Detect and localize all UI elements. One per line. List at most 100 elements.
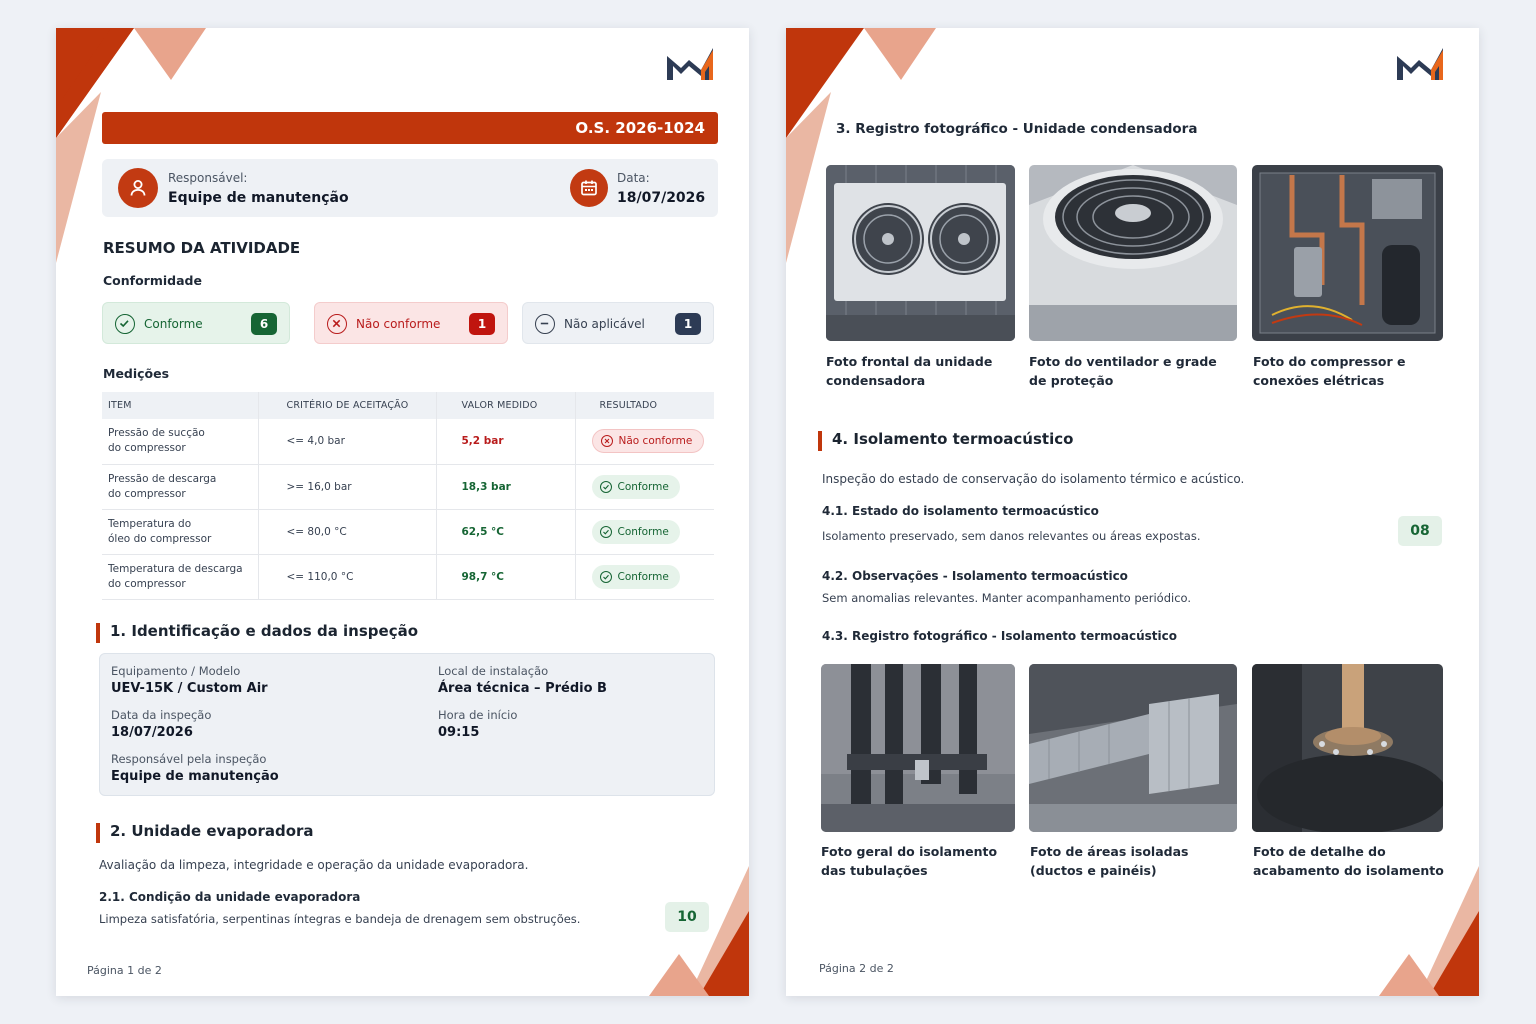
photo-insulated-ducts — [1029, 664, 1237, 832]
location-value: Área técnica – Prédio B — [438, 681, 607, 696]
result-label: Conforme — [617, 480, 669, 493]
conformity-label: Não conforme — [356, 317, 441, 331]
photo-compressor — [1252, 165, 1443, 341]
result-cell: Não conforme — [574, 419, 714, 465]
table-header-row: ITEM CRITÉRIO DE ACEITAÇÃO VALOR MEDIDO … — [102, 392, 714, 419]
score-badge: 10 — [665, 902, 709, 932]
item-line: do compressor — [108, 442, 186, 455]
subsection-2-1-text: Limpeza satisfatória, serpentinas íntegr… — [99, 912, 581, 926]
section-1-title: 1. Identificação e dados da inspeção — [96, 622, 418, 643]
section-3-title: 3. Registro fotográfico - Unidade conden… — [836, 121, 1198, 137]
check-circle-icon — [599, 525, 612, 538]
user-icon — [118, 168, 158, 208]
caption-line: condensadora — [826, 373, 926, 388]
x-circle-icon — [600, 435, 613, 448]
inspector-value: Equipe de manutenção — [111, 769, 279, 784]
column-header: RESULTADO — [574, 392, 714, 419]
score-badge: 08 — [1398, 516, 1442, 546]
caption-line: Foto de detalhe do — [1253, 844, 1386, 859]
column-header: ITEM — [102, 392, 258, 419]
criterion-cell: >= 16,0 bar — [257, 464, 436, 510]
item-line: do compressor — [108, 487, 186, 500]
conformity-count: 6 — [251, 313, 277, 335]
criterion-cell: <= 110,0 °C — [257, 554, 436, 600]
caption-line: (ductos e painéis) — [1030, 863, 1157, 878]
photo-condenser-front — [826, 165, 1015, 341]
caption-line: acabamento do isolamento — [1253, 863, 1444, 878]
conformity-label: Não aplicável — [564, 317, 645, 331]
caption-line: Foto geral do isolamento — [821, 844, 998, 859]
conformity-label: Conforme — [144, 317, 203, 331]
result-badge-ok: Conforme — [591, 519, 680, 544]
item-line: Pressão de descarga — [108, 472, 217, 485]
check-circle-icon — [115, 314, 135, 334]
item-line: do compressor — [108, 577, 186, 590]
section-4-title: 4. Isolamento termoacústico — [818, 430, 1073, 451]
subsection-4-2-text: Sem anomalias relevantes. Manter acompan… — [822, 591, 1191, 605]
result-cell: Conforme — [574, 464, 714, 510]
item-line: Temperatura do — [108, 517, 192, 530]
report-page-1: O.S. 2026-1024 Responsável: Equipe de ma… — [56, 28, 749, 996]
item-cell: Temperatura do óleo do compressor — [102, 509, 258, 555]
start-time-label: Hora de início — [438, 708, 518, 722]
meta-card: Responsável: Equipe de manutenção Data: … — [102, 159, 718, 217]
inspector-label: Responsável pela inspeção — [111, 752, 267, 766]
calendar-icon — [570, 169, 608, 207]
photo-caption: Foto do compressor e conexões elétricas — [1253, 352, 1443, 390]
conformity-title: Conformidade — [103, 273, 202, 288]
minus-circle-icon — [535, 314, 555, 334]
work-order-number: O.S. 2026-1024 — [102, 112, 718, 144]
measurements-table: ITEM CRITÉRIO DE ACEITAÇÃO VALOR MEDIDO … — [102, 392, 714, 600]
criterion-cell: <= 4,0 bar — [257, 419, 436, 465]
result-badge-ok: Conforme — [591, 564, 680, 589]
conformity-count: 1 — [675, 313, 701, 335]
measurements-title: Medições — [103, 366, 170, 381]
date-value: 18/07/2026 — [617, 190, 706, 206]
photo-pipe-insulation — [821, 664, 1015, 832]
inspection-date-value: 18/07/2026 — [111, 725, 193, 740]
result-label: Conforme — [617, 525, 669, 538]
value-cell: 98,7 °C — [435, 554, 575, 600]
subsection-4-1-title: 4.1. Estado do isolamento termoacústico — [822, 504, 1099, 518]
subsection-2-1-title: 2.1. Condição da unidade evaporadora — [99, 890, 361, 904]
conformity-pill-na: Não aplicável 1 — [522, 302, 714, 344]
caption-line: Foto de áreas isoladas — [1030, 844, 1189, 859]
subsection-4-1-text: Isolamento preservado, sem danos relevan… — [822, 529, 1201, 543]
section-2-description: Avaliação da limpeza, integridade e oper… — [99, 858, 529, 872]
result-label: Conforme — [617, 570, 669, 583]
photo-caption: Foto de áreas isoladas (ductos e painéis) — [1030, 842, 1220, 880]
table-row: Temperatura de descarga do compressor <= … — [102, 554, 714, 600]
table-row: Temperatura do óleo do compressor <= 80,0… — [102, 509, 714, 555]
item-cell: Pressão de descarga do compressor — [102, 464, 258, 510]
item-line: Temperatura de descarga — [108, 562, 243, 575]
x-circle-icon — [327, 314, 347, 334]
summary-title: RESUMO DA ATIVIDADE — [103, 239, 301, 257]
value-cell: 5,2 bar — [435, 419, 575, 465]
column-header: CRITÉRIO DE ACEITAÇÃO — [257, 392, 436, 419]
item-cell: Pressão de sucção do compressor — [102, 419, 258, 465]
report-page-2: 3. Registro fotográfico - Unidade conden… — [786, 28, 1479, 996]
photo-condenser-fan — [1029, 165, 1237, 341]
caption-line: das tubulações — [821, 863, 928, 878]
photo-caption: Foto geral do isolamento das tubulações — [821, 842, 1011, 880]
page-number: Página 1 de 2 — [87, 964, 162, 977]
corner-decoration-bottom — [1379, 866, 1479, 996]
subsection-4-3-title: 4.3. Registro fotográfico - Isolamento t… — [822, 629, 1177, 643]
result-cell: Conforme — [574, 554, 714, 600]
photo-insulation-detail — [1252, 664, 1443, 832]
location-label: Local de instalação — [438, 664, 549, 678]
responsible-value: Equipe de manutenção — [168, 190, 349, 206]
photo-caption: Foto do ventilador e grade de proteção — [1029, 352, 1219, 390]
conformity-pill-ok: Conforme 6 — [102, 302, 290, 344]
table-row: Pressão de descarga do compressor >= 16,0… — [102, 464, 714, 510]
photo-caption: Foto frontal da unidade condensadora — [826, 352, 1016, 390]
result-badge-ok: Conforme — [591, 474, 680, 499]
check-circle-icon — [599, 570, 612, 583]
equipment-label: Equipamento / Modelo — [111, 664, 241, 678]
section-2-title: 2. Unidade evaporadora — [96, 822, 314, 843]
responsible-label: Responsável: — [168, 171, 248, 185]
section-4-description: Inspeção do estado de conservação do iso… — [822, 472, 1245, 486]
conformity-pill-nok: Não conforme 1 — [314, 302, 508, 344]
check-circle-icon — [599, 480, 612, 493]
column-header: VALOR MEDIDO — [435, 392, 575, 419]
